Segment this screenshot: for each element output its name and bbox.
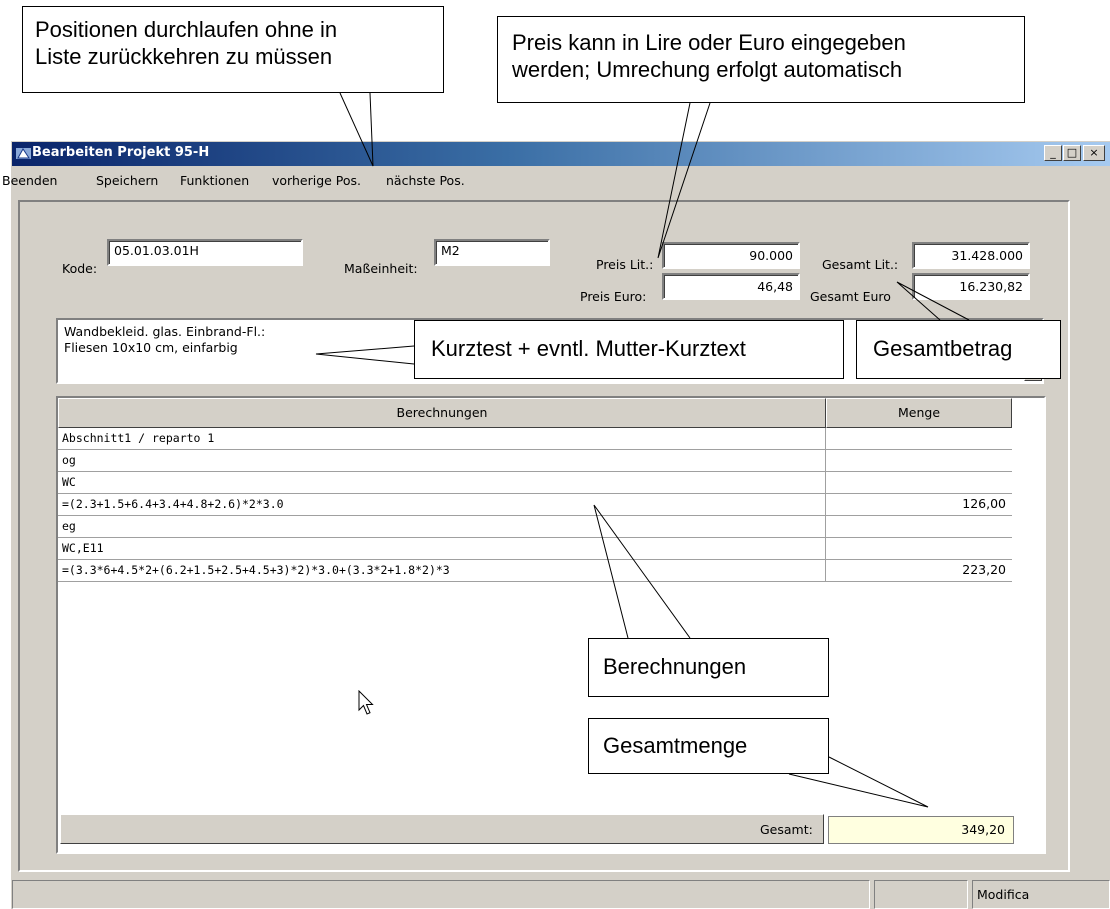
callout-price-line-2: werden; Umrechung erfolgt automatisch <box>512 57 903 82</box>
preis-euro-label: Preis Euro: <box>580 289 647 304</box>
berechnung-cell[interactable]: WC,E11 <box>58 538 826 559</box>
berechnung-cell[interactable]: =(2.3+1.5+6.4+3.4+4.8+2.6)*2*3.0 <box>58 494 826 515</box>
status-pane-main <box>12 880 870 909</box>
status-pane-mode: Modifica <box>972 880 1110 909</box>
menge-cell[interactable] <box>826 428 1012 449</box>
callout-navigation: Positionen durchlaufen ohne in Liste zur… <box>22 6 444 93</box>
status-pane-empty <box>874 880 968 909</box>
berechnung-cell[interactable]: =(3.3*6+4.5*2+(6.2+1.5+2.5+4.5+3)*2)*3.0… <box>58 560 826 581</box>
menge-cell[interactable] <box>826 472 1012 493</box>
gesamt-euro-label: Gesamt Euro <box>810 289 891 304</box>
table-row[interactable]: eg <box>58 516 1012 538</box>
app-icon <box>16 148 31 159</box>
table-row[interactable]: WC <box>58 472 1012 494</box>
gesamt-lit-field: 31.428.000 <box>912 242 1030 269</box>
preis-euro-field[interactable]: 46,48 <box>662 273 800 300</box>
masseinheit-label: Maßeinheit: <box>344 261 418 276</box>
preis-lit-field[interactable]: 90.000 <box>662 242 800 269</box>
berechnung-cell[interactable]: eg <box>58 516 826 537</box>
column-header-menge[interactable]: Menge <box>826 398 1012 428</box>
table-row[interactable]: =(2.3+1.5+6.4+3.4+4.8+2.6)*2*3.0 126,00 <box>58 494 1012 516</box>
menge-cell[interactable] <box>826 538 1012 559</box>
callout-navigation-line-2: Liste zurückkehren zu müssen <box>35 44 333 69</box>
menu-speichern[interactable]: Speichern <box>96 173 158 188</box>
minimize-button[interactable]: _ <box>1044 145 1062 161</box>
berechnungen-grid[interactable]: Berechnungen Menge Abschnitt1 / reparto … <box>56 396 1046 854</box>
gesamt-label: Gesamt: <box>760 822 813 837</box>
gesamt-total-field: 349,20 <box>828 816 1014 844</box>
column-header-berechnungen[interactable]: Berechnungen <box>58 398 826 428</box>
masseinheit-field[interactable]: M2 <box>434 239 550 266</box>
kode-field[interactable]: 05.01.03.01H <box>107 239 303 266</box>
callout-navigation-line-1: Positionen durchlaufen ohne in <box>35 17 338 42</box>
table-row[interactable]: =(3.3*6+4.5*2+(6.2+1.5+2.5+4.5+3)*2)*3.0… <box>58 560 1012 582</box>
preis-lit-label: Preis Lit.: <box>596 257 654 272</box>
table-row[interactable]: og <box>58 450 1012 472</box>
callout-price: Preis kann in Lire oder Euro eingegeben … <box>497 16 1025 103</box>
menge-cell[interactable] <box>826 450 1012 471</box>
berechnung-cell[interactable]: Abschnitt1 / reparto 1 <box>58 428 826 449</box>
menu-vorherige-pos[interactable]: vorherige Pos. <box>272 173 361 188</box>
berechnung-cell[interactable]: WC <box>58 472 826 493</box>
berechnung-cell[interactable]: og <box>58 450 826 471</box>
close-button[interactable]: × <box>1083 145 1105 161</box>
mouse-cursor-icon <box>358 690 374 715</box>
grid-footer: Gesamt: 349,20 <box>60 814 1044 844</box>
callout-price-line-1: Preis kann in Lire oder Euro eingegeben <box>512 30 906 55</box>
status-bar: Modifica <box>12 880 1110 909</box>
gesamt-lit-label: Gesamt Lit.: <box>822 257 899 272</box>
menge-cell[interactable]: 126,00 <box>826 494 1012 515</box>
table-row[interactable]: WC,E11 <box>58 538 1012 560</box>
gesamt-euro-field: 16.230,82 <box>912 273 1030 300</box>
callout-gesamtmenge: Gesamtmenge <box>588 718 829 774</box>
menge-cell[interactable]: 223,20 <box>826 560 1012 581</box>
window-title: Bearbeiten Projekt 95-H <box>32 145 210 160</box>
table-row[interactable]: Abschnitt1 / reparto 1 <box>58 428 1012 450</box>
menu-bar: Beenden Speichern Funktionen vorherige P… <box>2 168 1110 192</box>
callout-berechnungen: Berechnungen <box>588 638 829 697</box>
menge-cell[interactable] <box>826 516 1012 537</box>
menu-naechste-pos[interactable]: nächste Pos. <box>386 173 465 188</box>
maximize-button[interactable]: □ <box>1063 145 1081 161</box>
callout-kurztext: Kurztest + evntl. Mutter-Kurztext <box>414 320 844 379</box>
kode-label: Kode: <box>62 261 98 276</box>
footer-bar <box>60 814 824 844</box>
menu-beenden[interactable]: Beenden <box>2 173 57 188</box>
menu-funktionen[interactable]: Funktionen <box>180 173 249 188</box>
callout-gesamtbetrag: Gesamtbetrag <box>856 320 1061 379</box>
